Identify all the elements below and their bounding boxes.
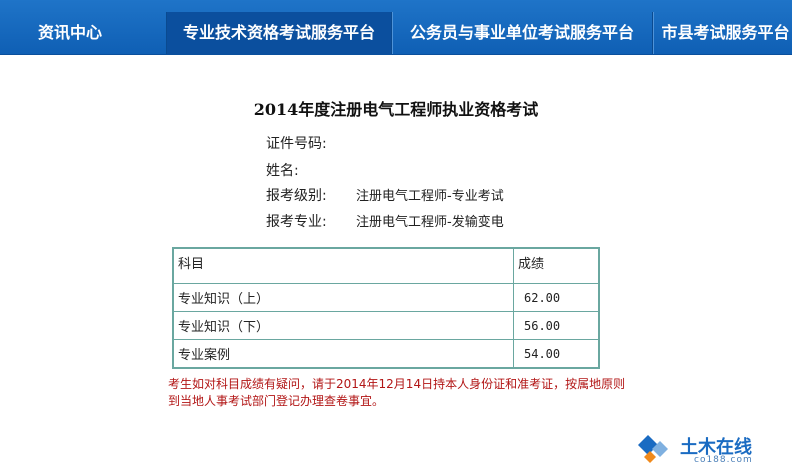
table-header-row: 科目 成绩 xyxy=(172,247,600,284)
cell-subject: 专业知识（下） xyxy=(172,311,514,340)
table-row: 专业知识（下） 56.00 xyxy=(172,311,600,340)
score-inquiry-notice: 考生如对科目成绩有疑问，请于2014年12月14日持本人身份证和准考证，按属地原… xyxy=(168,377,626,408)
info-label: 姓名: xyxy=(266,163,299,179)
cell-score: 62.00 xyxy=(513,283,600,312)
info-label: 报考专业: xyxy=(266,214,327,230)
scores-table: 科目 成绩 专业知识（上） 62.00 专业知识（下） 56.00 专业案例 5… xyxy=(172,247,600,369)
cell-subject: 专业知识（上） xyxy=(172,283,514,312)
watermark-logo: 土木在线 co188.com xyxy=(634,431,784,467)
info-exam-level: 报考级别: 注册电气工程师-专业考试 xyxy=(266,185,504,205)
tab-city-county-platform[interactable]: 市县考试服务平台 xyxy=(653,12,792,54)
info-label: 报考级别: xyxy=(266,188,327,204)
header-score: 成绩 xyxy=(513,247,600,284)
table-row: 专业知识（上） 62.00 xyxy=(172,283,600,312)
diamond-logo-icon xyxy=(638,435,668,463)
header-subject: 科目 xyxy=(172,247,514,284)
info-exam-specialty: 报考专业: 注册电气工程师-发输变电 xyxy=(266,211,504,231)
info-value: 注册电气工程师-专业考试 xyxy=(356,189,504,204)
cell-score: 54.00 xyxy=(513,339,600,369)
top-nav-bar: 资讯中心 专业技术资格考试服务平台 公务员与事业单位考试服务平台 市县考试服务平… xyxy=(0,0,792,55)
info-name: 姓名: xyxy=(266,160,356,180)
tab-civil-servant-platform[interactable]: 公务员与事业单位考试服务平台 xyxy=(392,12,652,54)
cell-subject: 专业案例 xyxy=(172,339,514,369)
watermark-subtext: co188.com xyxy=(694,455,753,465)
exam-title: 2014年度注册电气工程师执业资格考试 xyxy=(253,100,539,119)
info-label: 证件号码: xyxy=(266,136,327,152)
info-value: 注册电气工程师-发输变电 xyxy=(356,215,504,230)
table-row: 专业案例 54.00 xyxy=(172,339,600,369)
info-id-number: 证件号码: xyxy=(266,133,356,153)
tab-professional-qualification-platform[interactable]: 专业技术资格考试服务平台 xyxy=(167,12,391,54)
cell-score: 56.00 xyxy=(513,311,600,340)
tab-news-center[interactable]: 资讯中心 xyxy=(0,12,140,54)
